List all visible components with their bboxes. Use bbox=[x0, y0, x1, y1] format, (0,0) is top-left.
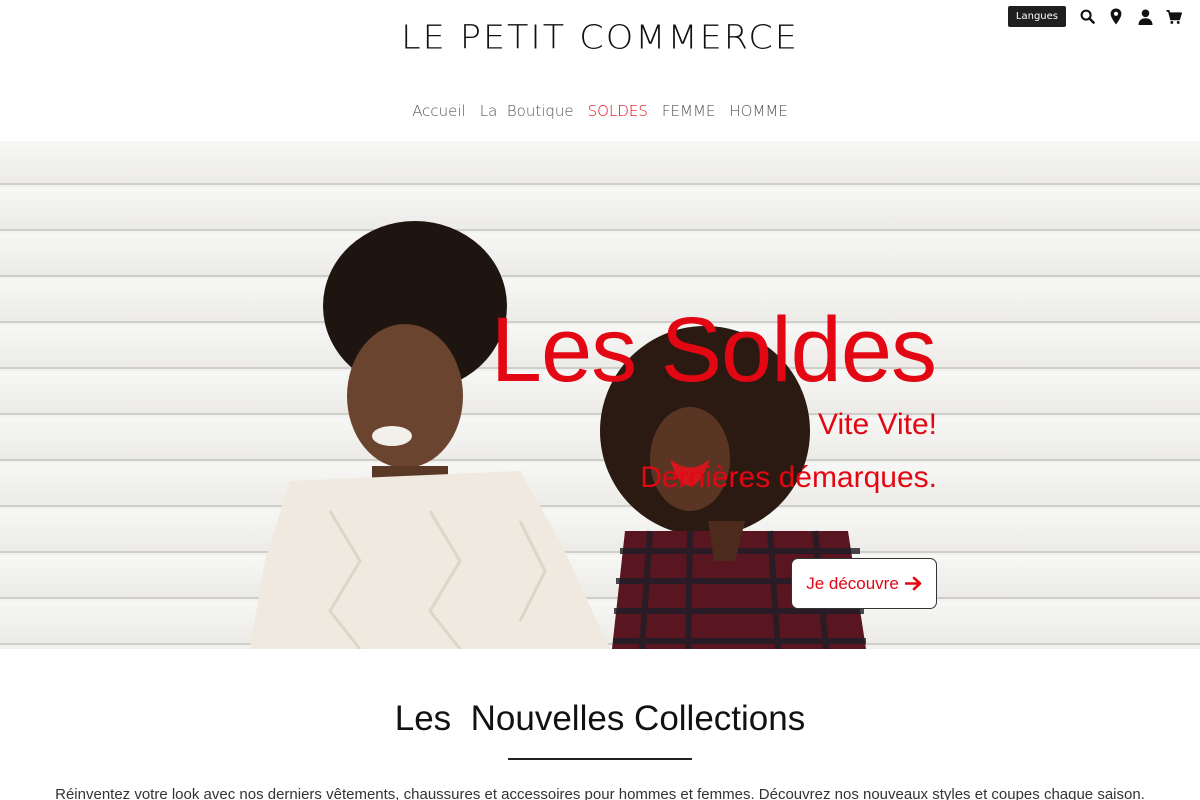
main-nav: Accueil La Boutique SOLDES FEMME HOMME bbox=[0, 102, 1200, 120]
nav-item-accueil[interactable]: Accueil bbox=[405, 102, 473, 120]
nav-item-soldes[interactable]: SOLDES bbox=[581, 102, 655, 120]
collections-title: Les Nouvelles Collections bbox=[394, 699, 806, 738]
search-icon[interactable] bbox=[1079, 8, 1095, 26]
hero-subtitle-1: Vite Vite! bbox=[818, 408, 937, 441]
nav-item-la-boutique[interactable]: La Boutique bbox=[473, 102, 581, 120]
hero-banner: Les Soldes Vite Vite! Dernières démarque… bbox=[0, 141, 1200, 649]
collections-section: Les Nouvelles Collections Réinventez vot… bbox=[0, 649, 1200, 800]
language-button[interactable]: Langues bbox=[1007, 6, 1066, 27]
nav-item-femme[interactable]: FEMME bbox=[655, 102, 722, 120]
arrow-right-icon bbox=[904, 576, 922, 591]
user-icon[interactable] bbox=[1137, 8, 1153, 26]
hero-subtitle-2: Dernières démarques. bbox=[640, 461, 937, 494]
site-header: LE PETIT COMMERCE Langues Accueil La Bou… bbox=[0, 0, 1200, 141]
discover-button-label: Je découvre bbox=[806, 573, 899, 593]
location-pin-icon[interactable] bbox=[1108, 8, 1124, 26]
discover-button[interactable]: Je découvre bbox=[791, 558, 937, 609]
cart-icon[interactable] bbox=[1166, 8, 1182, 26]
nav-item-homme[interactable]: HOMME bbox=[722, 102, 794, 120]
utility-bar: Langues bbox=[1007, 6, 1182, 27]
collections-divider bbox=[508, 758, 692, 760]
hero-title: Les Soldes bbox=[490, 299, 937, 401]
brand-logo-text: LE PETIT COMMERCE bbox=[401, 19, 799, 57]
collections-description: Réinventez votre look avec nos derniers … bbox=[55, 786, 1145, 800]
